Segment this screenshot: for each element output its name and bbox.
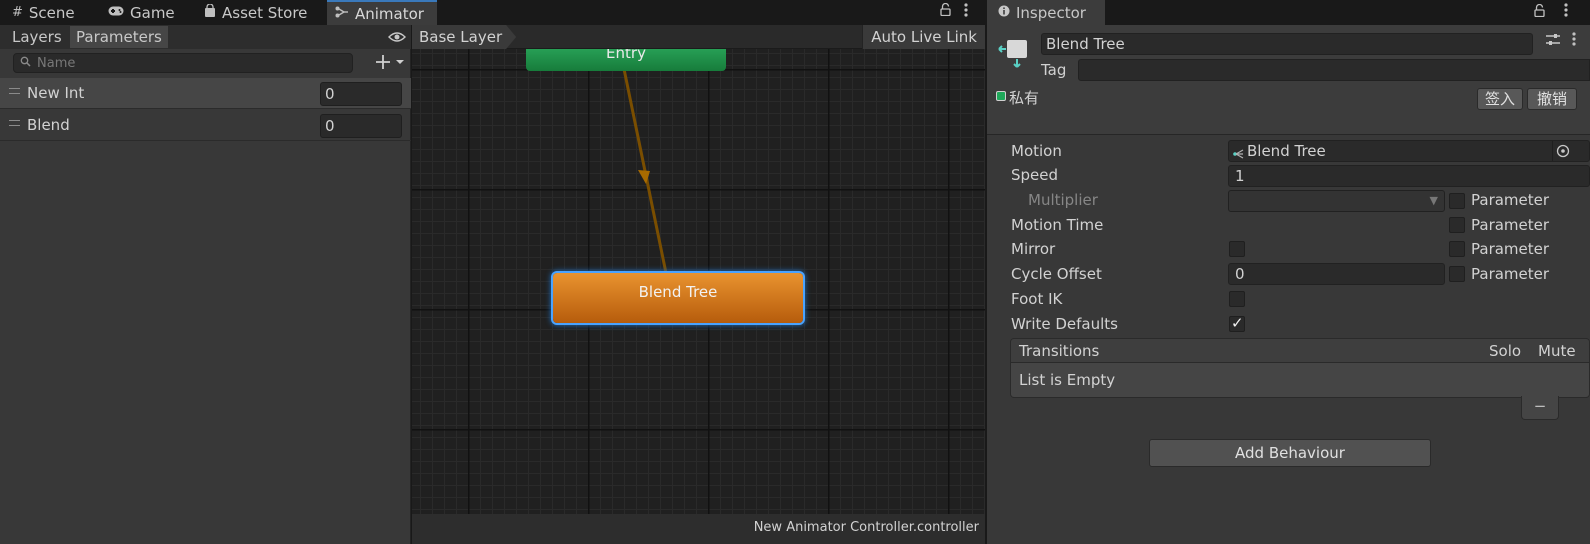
tab-inspector-label: Inspector <box>1016 3 1086 22</box>
speed-input[interactable]: 1 <box>1228 165 1590 187</box>
write-defaults-checkbox[interactable] <box>1229 314 1245 332</box>
motion-time-parameter-checkbox[interactable] <box>1449 217 1465 233</box>
animator-graph[interactable]: Entry Blend Tree Base Layer Auto Live Li… <box>412 25 985 544</box>
parameter-value-input[interactable]: 0 <box>320 82 402 106</box>
left-tab-bar: # Scene Game Asset Store Animator <box>0 0 985 25</box>
graph-footer: New Animator Controller.controller <box>412 514 985 544</box>
kebab-menu-icon[interactable] <box>964 3 968 21</box>
drag-handle-icon[interactable] <box>9 88 20 94</box>
foot-ik-checkbox[interactable] <box>1229 291 1245 307</box>
mirror-checkbox[interactable] <box>1229 241 1245 257</box>
parameter-label: Parameter <box>1471 191 1550 209</box>
transitions-header: Transitions Solo Mute <box>1011 339 1589 363</box>
cycle-offset-input[interactable]: 0 <box>1228 263 1445 285</box>
parameter-row[interactable]: Blend 0 <box>0 110 411 141</box>
info-icon <box>998 5 1010 21</box>
blend-tree-state-node[interactable]: Blend Tree <box>553 273 803 323</box>
eye-icon[interactable] <box>388 29 406 47</box>
parameter-value-input[interactable]: 0 <box>320 114 402 138</box>
search-placeholder: Name <box>37 55 76 71</box>
motion-value: Blend Tree <box>1247 142 1326 160</box>
tab-asset-store[interactable]: Asset Store <box>196 0 315 25</box>
parameter-row[interactable]: New Int 0 <box>0 78 411 109</box>
motion-object-field[interactable]: Blend Tree <box>1228 140 1590 162</box>
remove-transition-button[interactable]: − <box>1521 396 1559 420</box>
private-checkbox[interactable] <box>996 91 1006 101</box>
blend-tree-icon <box>1233 145 1245 165</box>
breadcrumb: Base Layer Auto Live Link <box>412 25 985 49</box>
tab-game[interactable]: Game <box>100 0 183 25</box>
foot-ik-label: Foot IK <box>1011 290 1063 308</box>
tab-animator[interactable]: Animator <box>327 0 437 25</box>
blend-tree-node-label: Blend Tree <box>638 283 718 301</box>
auto-live-link-label: Auto Live Link <box>871 28 977 46</box>
tab-scene-label: Scene <box>28 3 75 22</box>
parameter-search-input[interactable]: Name <box>13 53 353 73</box>
breadcrumb-label: Base Layer <box>419 28 503 46</box>
tag-label: Tag <box>1041 61 1067 79</box>
state-name-input[interactable]: Blend Tree <box>1041 33 1533 55</box>
breadcrumb-base-layer[interactable]: Base Layer <box>412 25 516 49</box>
parameter-name: Blend <box>27 116 70 134</box>
grid-icon: # <box>12 5 23 20</box>
right-tab-bar: Inspector <box>987 0 1590 25</box>
parameter-name: New Int <box>27 84 85 102</box>
add-behaviour-button[interactable]: Add Behaviour <box>1149 439 1431 467</box>
undo-button[interactable]: 撤销 <box>1527 88 1577 110</box>
chevron-down-icon: ▼ <box>1429 194 1438 207</box>
header-kebab-icon[interactable] <box>1572 32 1576 46</box>
parameter-label: Parameter <box>1471 240 1550 258</box>
animator-icon <box>335 6 349 22</box>
tab-parameters[interactable]: Parameters <box>70 26 168 48</box>
mute-label: Mute <box>1538 342 1576 360</box>
parameter-label: Parameter <box>1471 265 1550 283</box>
multiplier-label: Multiplier <box>1028 191 1098 209</box>
add-parameter-button[interactable] <box>374 52 408 76</box>
multiplier-parameter-checkbox[interactable] <box>1449 193 1465 209</box>
motion-time-label: Motion Time <box>1011 216 1104 234</box>
write-defaults-label: Write Defaults <box>1011 315 1118 333</box>
parameters-panel: Layers Parameters Name New Int 0 Blend 0 <box>0 25 411 544</box>
tab-game-label: Game <box>130 3 175 22</box>
parameter-label: Parameter <box>1471 216 1550 234</box>
cycle-offset-parameter-checkbox[interactable] <box>1449 266 1465 282</box>
tab-inspector[interactable]: Inspector <box>987 0 1105 25</box>
cycle-offset-label: Cycle Offset <box>1011 265 1102 283</box>
layers-parameters-tabs: Layers Parameters <box>0 25 411 49</box>
tab-animator-label: Animator <box>355 4 424 23</box>
tab-parameters-label: Parameters <box>76 28 162 46</box>
controller-file-name: New Animator Controller.controller <box>753 520 979 535</box>
state-icon <box>997 37 1029 73</box>
tab-layers-label: Layers <box>12 28 62 46</box>
inspector-kebab-menu-icon[interactable] <box>1564 3 1568 21</box>
mirror-label: Mirror <box>1011 240 1056 258</box>
settings-sliders-icon[interactable] <box>1545 32 1561 52</box>
motion-label: Motion <box>1011 142 1062 160</box>
lock-icon[interactable] <box>940 2 951 20</box>
transitions-list: Transitions Solo Mute List is Empty <box>1010 338 1590 398</box>
private-label: 私有 <box>1009 89 1040 107</box>
auto-live-link-toggle[interactable]: Auto Live Link <box>862 25 985 49</box>
transitions-label: Transitions <box>1019 342 1100 360</box>
tab-layers[interactable]: Layers <box>6 26 68 48</box>
inspector-panel: Blend Tree Tag 私有 签入 撤销 Motion Blend Tre… <box>987 25 1590 544</box>
mirror-parameter-checkbox[interactable] <box>1449 241 1465 257</box>
solo-label: Solo <box>1489 342 1522 360</box>
list-empty-text: List is Empty <box>1019 371 1116 389</box>
tab-asset-store-label: Asset Store <box>222 3 308 22</box>
checkin-button[interactable]: 签入 <box>1477 88 1523 110</box>
search-icon <box>20 56 31 71</box>
transitions-body: List is Empty <box>1011 363 1589 397</box>
tag-input[interactable] <box>1078 59 1590 81</box>
multiplier-dropdown[interactable]: ▼ <box>1228 190 1445 212</box>
drag-handle-icon[interactable] <box>9 120 20 126</box>
object-picker-icon[interactable] <box>1552 141 1570 161</box>
gamepad-icon <box>108 5 124 20</box>
inspector-lock-icon[interactable] <box>1534 3 1545 21</box>
speed-label: Speed <box>1011 166 1059 184</box>
inspector-header: Blend Tree Tag 私有 签入 撤销 <box>987 25 1590 135</box>
bag-icon <box>204 3 216 21</box>
tab-scene[interactable]: # Scene <box>4 0 83 25</box>
